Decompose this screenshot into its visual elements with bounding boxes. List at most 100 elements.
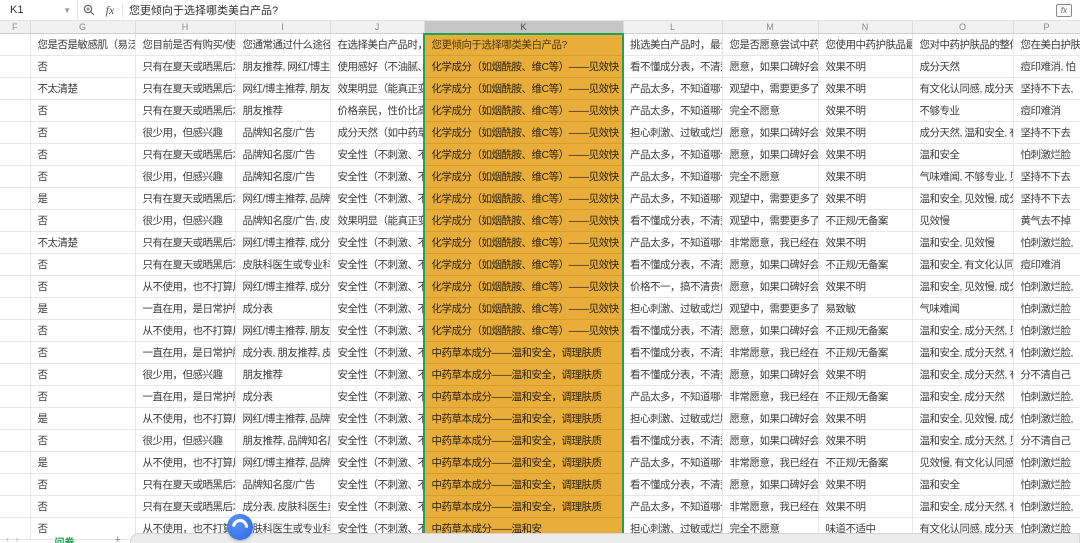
cell-P5[interactable]: 坚持不下去 [1013, 121, 1080, 144]
cell-K6[interactable]: 化学成分（如烟酰胺、维C等）——见效快 [424, 143, 623, 166]
cell-J5[interactable]: 成分天然（如中药草本 [330, 121, 425, 144]
column-header-I[interactable]: I [235, 21, 331, 34]
cell-K2[interactable]: 化学成分（如烟酰胺、维C等）——见效快 [424, 55, 623, 78]
cell-J22[interactable]: 安全性（不刺激、不致 [330, 495, 425, 518]
cell-F20[interactable] [0, 451, 31, 474]
cell-H1[interactable]: 您目前是否有购买/使用美 [135, 33, 236, 56]
cell-G20[interactable]: 是 [30, 451, 136, 474]
cell-L14[interactable]: 看不懂成分表，不清楚 [623, 319, 723, 342]
cell-N11[interactable]: 不正规/无备案 [818, 253, 913, 276]
cell-O16[interactable]: 温和安全, 成分天然, 有 [912, 363, 1014, 386]
cell-F2[interactable] [0, 55, 31, 78]
formula-bar-input[interactable]: 您更倾向于选择哪类美白产品? [129, 2, 278, 18]
cell-P12[interactable]: 怕刺激烂脸, [1013, 275, 1080, 298]
cell-L12[interactable]: 价格不一，搞不清贵价 [623, 275, 723, 298]
column-header-F[interactable]: F [0, 21, 31, 34]
cell-L9[interactable]: 看不懂成分表，不清楚 [623, 209, 723, 232]
cell-K20[interactable]: 中药草本成分——温和安全，调理肤质 [424, 451, 623, 474]
cell-O15[interactable]: 温和安全, 成分天然, 有 [912, 341, 1014, 364]
cell-I2[interactable]: 朋友推荐, 网红/博主推 [235, 55, 331, 78]
cell-G21[interactable]: 否 [30, 473, 136, 496]
cell-K21[interactable]: 中药草本成分——温和安全，调理肤质 [424, 473, 623, 496]
column-header-N[interactable]: N [818, 21, 913, 34]
cell-I6[interactable]: 品牌知名度/广告 [235, 143, 331, 166]
cell-L13[interactable]: 担心刺激、过敏或烂脸 [623, 297, 723, 320]
cell-H16[interactable]: 很少用，但感兴趣 [135, 363, 236, 386]
search-icon[interactable] [78, 0, 100, 21]
cell-I8[interactable]: 网红/博主推荐, 品牌知 [235, 187, 331, 210]
cell-H7[interactable]: 很少用，但感兴趣 [135, 165, 236, 188]
cell-M21[interactable]: 愿意，如果口碑好会尝 [722, 473, 819, 496]
cell-J18[interactable]: 安全性（不刺激、不致 [330, 407, 425, 430]
cell-O8[interactable]: 温和安全, 见效慢, 成分 [912, 187, 1014, 210]
cell-H5[interactable]: 很少用，但感兴趣 [135, 121, 236, 144]
ai-assistant-button[interactable] [227, 514, 253, 540]
cell-F11[interactable] [0, 253, 31, 276]
cell-H17[interactable]: 一直在用，是日常护肤 [135, 385, 236, 408]
cell-G5[interactable]: 否 [30, 121, 136, 144]
cell-K7[interactable]: 化学成分（如烟酰胺、维C等）——见效快 [424, 165, 623, 188]
cell-P17[interactable]: 怕刺激烂脸, [1013, 385, 1080, 408]
cell-J9[interactable]: 效果明显（能真正变白 [330, 209, 425, 232]
cell-L18[interactable]: 担心刺激、过敏或烂脸 [623, 407, 723, 430]
cell-J10[interactable]: 安全性（不刺激、不致 [330, 231, 425, 254]
cell-P8[interactable]: 坚持不下去 [1013, 187, 1080, 210]
cell-F19[interactable] [0, 429, 31, 452]
cell-J20[interactable]: 安全性（不刺激、不致 [330, 451, 425, 474]
cell-M4[interactable]: 完全不愿意 [722, 99, 819, 122]
cell-O3[interactable]: 有文化认同感, 成分天然 [912, 77, 1014, 100]
cell-O18[interactable]: 温和安全, 见效慢, 成分 [912, 407, 1014, 430]
cell-I9[interactable]: 品牌知名度/广告, 皮肤 [235, 209, 331, 232]
cell-N8[interactable]: 效果不明 [818, 187, 913, 210]
cell-M12[interactable]: 愿意，如果口碑好会尝 [722, 275, 819, 298]
cell-H22[interactable]: 只有在夏天或晒黑后才 [135, 495, 236, 518]
cell-G12[interactable]: 否 [30, 275, 136, 298]
cell-L8[interactable]: 产品太多，不知道哪个 [623, 187, 723, 210]
cell-M18[interactable]: 愿意，如果口碑好会尝 [722, 407, 819, 430]
cell-G10[interactable]: 不太清楚 [30, 231, 136, 254]
cell-P11[interactable]: 痘印难消 [1013, 253, 1080, 276]
cell-K17[interactable]: 中药草本成分——温和安全，调理肤质 [424, 385, 623, 408]
cell-N14[interactable]: 不正规/无备案 [818, 319, 913, 342]
cell-G6[interactable]: 否 [30, 143, 136, 166]
cell-G8[interactable]: 是 [30, 187, 136, 210]
cell-K12[interactable]: 化学成分（如烟酰胺、维C等）——见效快 [424, 275, 623, 298]
cell-M16[interactable]: 愿意，如果口碑好会尝 [722, 363, 819, 386]
cell-F13[interactable] [0, 297, 31, 320]
cell-O6[interactable]: 温和安全 [912, 143, 1014, 166]
cell-P22[interactable]: 怕刺激烂脸, [1013, 495, 1080, 518]
cell-N3[interactable]: 效果不明 [818, 77, 913, 100]
cell-K16[interactable]: 中药草本成分——温和安全，调理肤质 [424, 363, 623, 386]
cell-F1[interactable] [0, 33, 31, 56]
cell-I15[interactable]: 成分表, 朋友推荐, 皮肤 [235, 341, 331, 364]
cell-I21[interactable]: 品牌知名度/广告 [235, 473, 331, 496]
cell-M9[interactable]: 观望中，需要更多了解 [722, 209, 819, 232]
cell-L16[interactable]: 看不懂成分表，不清楚 [623, 363, 723, 386]
sheet-tab-active[interactable]: 问卷 [55, 534, 75, 543]
cell-I14[interactable]: 网红/博主推荐, 朋友推 [235, 319, 331, 342]
cell-N4[interactable]: 效果不明 [818, 99, 913, 122]
cell-O7[interactable]: 气味难闻, 不够专业, 见 [912, 165, 1014, 188]
cell-H20[interactable]: 从不使用，也不打算用 [135, 451, 236, 474]
cell-P18[interactable]: 怕刺激烂脸, [1013, 407, 1080, 430]
cell-F21[interactable] [0, 473, 31, 496]
cell-N6[interactable]: 效果不明 [818, 143, 913, 166]
cell-O17[interactable]: 温和安全, 成分天然 [912, 385, 1014, 408]
cell-K1[interactable]: 您更倾向于选择哪类美白产品? [424, 33, 623, 56]
cell-H2[interactable]: 只有在夏天或晒黑后才 [135, 55, 236, 78]
cell-L19[interactable]: 看不懂成分表，不清楚 [623, 429, 723, 452]
cell-I20[interactable]: 网红/博主推荐, 品牌知 [235, 451, 331, 474]
cell-P14[interactable]: 怕刺激烂脸 [1013, 319, 1080, 342]
cell-O12[interactable]: 温和安全, 见效慢, 成分 [912, 275, 1014, 298]
cell-M15[interactable]: 非常愿意，我已经在使 [722, 341, 819, 364]
cell-O2[interactable]: 成分天然 [912, 55, 1014, 78]
cell-G14[interactable]: 否 [30, 319, 136, 342]
fx-icon[interactable]: fx [100, 3, 120, 18]
cell-O21[interactable]: 温和安全 [912, 473, 1014, 496]
cell-N1[interactable]: 您使用中药护肤品最担心 [818, 33, 913, 56]
cell-M20[interactable]: 非常愿意，我已经在使 [722, 451, 819, 474]
cell-M7[interactable]: 完全不愿意 [722, 165, 819, 188]
cell-K19[interactable]: 中药草本成分——温和安全，调理肤质 [424, 429, 623, 452]
cell-N5[interactable]: 效果不明 [818, 121, 913, 144]
column-header-H[interactable]: H [135, 21, 236, 34]
